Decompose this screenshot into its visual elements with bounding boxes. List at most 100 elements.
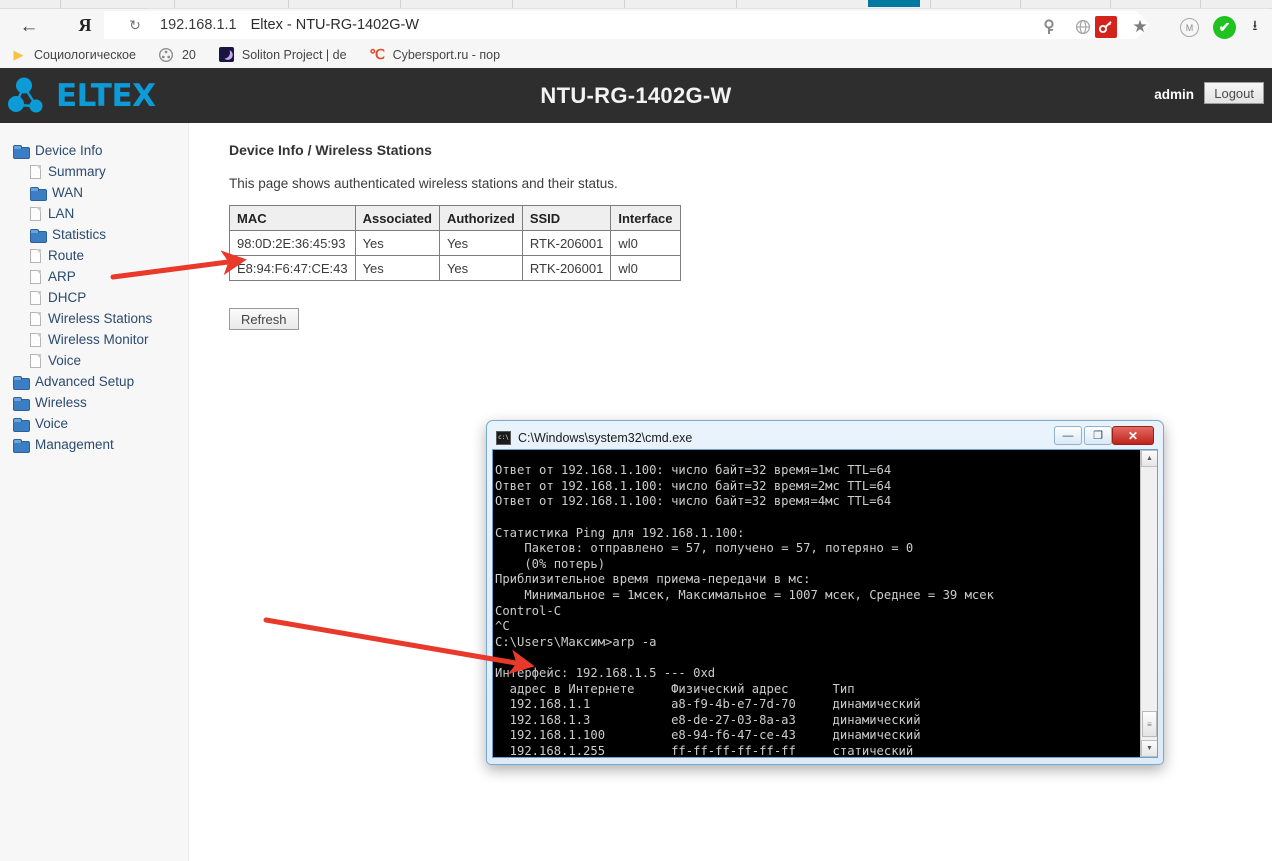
globe-icon[interactable] (1074, 18, 1092, 36)
sidebar-item-advanced-setup[interactable]: Advanced Setup (0, 371, 188, 392)
table-cell: Yes (354, 255, 440, 281)
page-icon (30, 353, 41, 368)
page-icon (30, 290, 41, 305)
scroll-up-icon[interactable]: ▲ (1141, 450, 1157, 467)
sidebar-item-label: Advanced Setup (35, 374, 135, 389)
cmd-app-icon (496, 430, 511, 445)
cmd-console-text: Ответ от 192.168.1.100: число байт=32 вр… (495, 463, 994, 758)
sidebar-item-wan[interactable]: WAN (0, 182, 188, 203)
folder-icon (13, 144, 30, 159)
table-header-cell: SSID (521, 205, 612, 231)
maximize-button[interactable]: ❐ (1084, 426, 1112, 445)
folder-icon (30, 228, 47, 243)
breadcrumb: Device Info / Wireless Stations (229, 142, 432, 158)
scroll-down-icon[interactable]: ▼ (1141, 740, 1157, 757)
active-tab-indicator[interactable] (868, 0, 920, 7)
cmd-scrollbar[interactable]: ▲ ≡ ▼ (1140, 450, 1157, 757)
sidebar-item-voice[interactable]: Voice (0, 413, 188, 434)
reload-icon[interactable]: ↻ (122, 17, 148, 34)
folder-icon (13, 396, 30, 411)
address-bar[interactable]: ↻ 192.168.1.1 Eltex - NTU-RG-1402G-W (104, 11, 1150, 39)
sidebar-item-voice[interactable]: Voice (0, 350, 188, 371)
wireless-stations-table: MAC Associated Authorized SSID Interface 98:… (229, 205, 681, 281)
cmd-title-bar[interactable]: C:\Windows\system32\cmd.exe — ❐ ✕ (492, 426, 1158, 449)
cmd-console-body[interactable]: Ответ от 192.168.1.100: число байт=32 вр… (492, 449, 1158, 758)
sidebar-item-route[interactable]: Route (0, 245, 188, 266)
bookmark-item[interactable]: ▶ Социологическое (10, 41, 136, 68)
yandex-button[interactable]: Я (72, 13, 98, 37)
bookmark-label: Soliton Project | de (241, 47, 347, 62)
page-description: This page shows authenticated wireless s… (229, 176, 618, 191)
logout-button[interactable]: Logout (1204, 82, 1264, 104)
password-manager-icon[interactable] (1095, 16, 1117, 38)
table-cell: Yes (438, 255, 523, 281)
page-title-in-omnibox: Eltex - NTU-RG-1402G-W (250, 17, 419, 33)
cmd-window[interactable]: C:\Windows\system32\cmd.exe — ❐ ✕ Ответ … (486, 420, 1164, 765)
sidebar-item-label: LAN (48, 206, 75, 221)
sidebar-item-label: Device Info (35, 143, 103, 158)
table-cell: RTK-206001 (521, 230, 612, 256)
download-icon[interactable]: ⭳ (1246, 17, 1264, 37)
sidebar-item-summary[interactable]: Summary (0, 161, 188, 182)
minimize-button[interactable]: — (1054, 426, 1082, 445)
sidebar-item-device-info[interactable]: Device Info (0, 140, 188, 161)
sidebar-item-label: ARP (48, 269, 76, 284)
bookmark-item[interactable]: 20 (158, 41, 196, 68)
key-icon[interactable] (1040, 18, 1058, 36)
sidebar-item-wireless-monitor[interactable]: Wireless Monitor (0, 329, 188, 350)
table-cell: 98:0D:2E:36:45:93 (229, 230, 356, 256)
bookmark-favicon: ℃ (369, 46, 385, 62)
bookmark-star-icon[interactable]: ★ (1131, 17, 1149, 36)
table-cell: wl0 (610, 230, 681, 256)
profile-avatar[interactable]: M (1180, 18, 1199, 37)
sidebar-item-arp[interactable]: ARP (0, 266, 188, 287)
sidebar-item-label: DHCP (48, 290, 87, 305)
eltex-header-bar: ELTEX NTU-RG-1402G-W admin Logout (0, 68, 1272, 123)
bookmarks-bar: ▶ Социологическое 20 Soliton Project | d… (0, 41, 1272, 68)
folder-icon (30, 186, 47, 201)
table-cell: Yes (354, 230, 440, 256)
sidebar-item-lan[interactable]: LAN (0, 203, 188, 224)
scrollbar-thumb[interactable]: ≡ (1142, 711, 1157, 737)
back-arrow-icon[interactable]: ← (16, 14, 42, 38)
table-header-cell: MAC (229, 205, 356, 231)
bookmark-label: Социологическое (34, 47, 136, 62)
bookmark-label: Cybersport.ru - пор (392, 47, 501, 62)
refresh-button[interactable]: Refresh (229, 308, 299, 330)
sidebar-item-dhcp[interactable]: DHCP (0, 287, 188, 308)
bookmark-favicon (218, 46, 235, 63)
sidebar-item-wireless-stations[interactable]: Wireless Stations (0, 308, 188, 329)
table-body: 98:0D:2E:36:45:93 Yes Yes RTK-206001 wl0 E8:9… (229, 230, 681, 281)
page-icon (30, 269, 41, 284)
browser-chrome: ← Я ↻ 192.168.1.1 Eltex - NTU-RG-1402G-W… (0, 0, 1272, 68)
browser-toolbar: ← Я ↻ 192.168.1.1 Eltex - NTU-RG-1402G-W… (0, 9, 1272, 41)
folder-icon (13, 375, 30, 390)
table-cell: RTK-206001 (521, 255, 612, 281)
table-header-cell: Associated (354, 205, 440, 231)
bookmark-item[interactable]: ℃ Cybersport.ru - пор (369, 41, 501, 68)
cmd-title-text: C:\Windows\system32\cmd.exe (518, 430, 693, 445)
page-icon (30, 206, 41, 221)
sidebar-item-label: Voice (48, 353, 82, 368)
bookmark-item[interactable]: Soliton Project | de (218, 41, 347, 68)
sidebar-item-management[interactable]: Management (0, 434, 188, 455)
folder-icon (13, 438, 30, 453)
sidebar-item-label: Management (35, 437, 114, 452)
sidebar-item-label: Wireless Monitor (48, 332, 149, 347)
sidebar-item-label: WAN (52, 185, 83, 200)
close-button[interactable]: ✕ (1112, 426, 1154, 445)
status-check-icon[interactable]: ✔ (1213, 16, 1236, 39)
page-icon (30, 332, 41, 347)
page-title: NTU-RG-1402G-W (540, 82, 732, 108)
table-row: E8:94:F6:47:CE:43 Yes Yes RTK-206001 wl0 (229, 255, 681, 281)
table-row: 98:0D:2E:36:45:93 Yes Yes RTK-206001 wl0 (229, 230, 681, 256)
sidebar-nav: Device Info Summary WAN LAN Statistics Route A… (0, 123, 189, 861)
sidebar-item-wireless[interactable]: Wireless (0, 392, 188, 413)
bookmark-favicon (158, 46, 175, 63)
page-icon (30, 164, 41, 179)
sidebar-item-statistics[interactable]: Statistics (0, 224, 188, 245)
table-cell: E8:94:F6:47:CE:43 (229, 255, 356, 281)
folder-icon (13, 417, 30, 432)
page-icon (30, 248, 41, 263)
sidebar-item-label: Wireless (35, 395, 87, 410)
